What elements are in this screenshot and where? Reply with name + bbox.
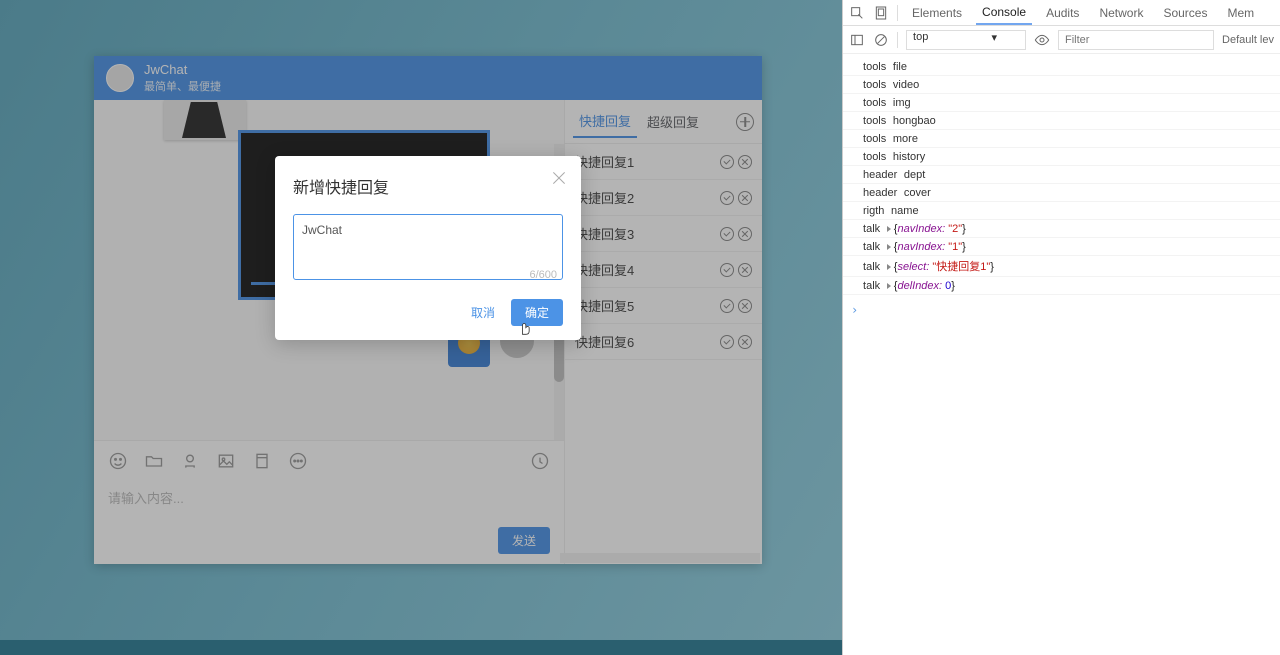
tab-memory[interactable]: Mem	[1221, 2, 1260, 24]
quick-reply-input[interactable]	[293, 214, 563, 280]
add-quick-reply-modal: 新增快捷回复 6/600 取消 确定	[275, 156, 581, 340]
console-line[interactable]: header cover	[843, 184, 1280, 202]
close-icon[interactable]	[551, 170, 567, 186]
filter-input[interactable]	[1058, 30, 1214, 50]
tab-console[interactable]: Console	[976, 1, 1032, 25]
console-line[interactable]: header dept	[843, 166, 1280, 184]
console-toolbar: top▾ Default lev	[843, 26, 1280, 54]
console-line[interactable]: tools file	[843, 58, 1280, 76]
modal-overlay: 新增快捷回复 6/600 取消 确定	[94, 56, 762, 564]
tab-network[interactable]: Network	[1093, 2, 1149, 24]
inspect-icon[interactable]	[849, 5, 865, 21]
devtools-tabs: Elements Console Audits Network Sources …	[843, 0, 1280, 26]
confirm-button[interactable]: 确定	[511, 299, 563, 326]
context-selector[interactable]: top▾	[906, 30, 1026, 50]
console-line[interactable]: tools video	[843, 76, 1280, 94]
eye-icon[interactable]	[1034, 32, 1050, 48]
tab-sources[interactable]: Sources	[1157, 2, 1213, 24]
cancel-button[interactable]: 取消	[461, 299, 505, 326]
log-level-selector[interactable]: Default lev	[1222, 34, 1274, 46]
console-line[interactable]: talk {delIndex: 0}	[843, 277, 1280, 295]
char-count: 6/600	[529, 269, 557, 281]
console-line[interactable]: tools img	[843, 94, 1280, 112]
app-background: JwChat 最简单、最便捷 JwChat 2020/05/20 23:19:0…	[0, 0, 842, 640]
console-prompt[interactable]: ›	[843, 299, 1280, 321]
modal-title: 新增快捷回复	[293, 174, 563, 198]
console-line[interactable]: tools more	[843, 130, 1280, 148]
console-line[interactable]: tools hongbao	[843, 112, 1280, 130]
console-line[interactable]: talk {navIndex: "2"}	[843, 220, 1280, 238]
devtools-panel: Elements Console Audits Network Sources …	[842, 0, 1280, 655]
tab-elements[interactable]: Elements	[906, 2, 968, 24]
sidebar-toggle-icon[interactable]	[849, 32, 865, 48]
console-output[interactable]: tools filetools videotools imgtools hong…	[843, 54, 1280, 299]
clear-console-icon[interactable]	[873, 32, 889, 48]
modal-footer: 取消 确定	[293, 299, 563, 326]
tab-audits[interactable]: Audits	[1040, 2, 1085, 24]
device-icon[interactable]	[873, 5, 889, 21]
console-line[interactable]: tools history	[843, 148, 1280, 166]
console-line[interactable]: talk {navIndex: "1"}	[843, 238, 1280, 256]
console-line[interactable]: rigth name	[843, 202, 1280, 220]
console-line[interactable]: talk {select: "快捷回复1"}	[843, 256, 1280, 277]
